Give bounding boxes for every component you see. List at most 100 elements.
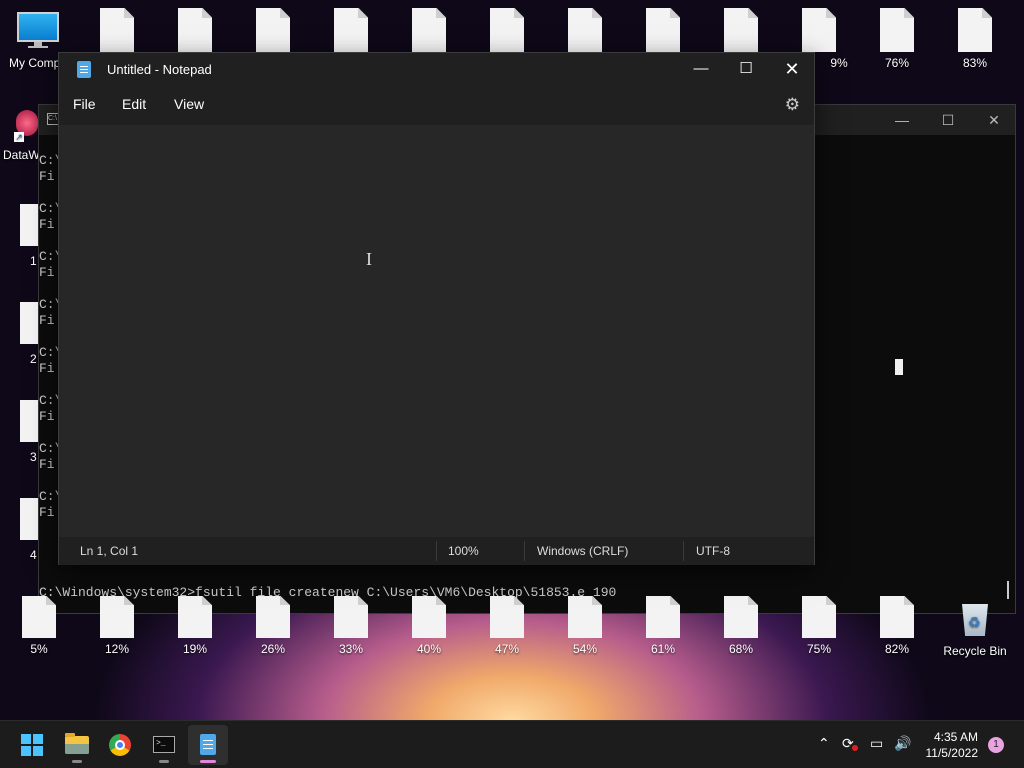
desktop-icon-label: 4: [30, 548, 37, 562]
desktop-icon-label: Recycle Bin: [943, 644, 1007, 658]
document-icon: [646, 8, 680, 52]
monitor-icon: [17, 12, 59, 48]
menu-bar: File Edit View ⚙: [59, 85, 814, 125]
document-icon: [802, 596, 836, 638]
desktop-shortcut-dataw[interactable]: ↗ DataW: [0, 108, 40, 162]
notepad-titlebar[interactable]: Untitled - Notepad — ☐ ✕: [59, 53, 814, 85]
desktop-file-icon[interactable]: 26%: [237, 596, 309, 656]
minimize-icon[interactable]: —: [879, 105, 925, 135]
close-icon[interactable]: ✕: [769, 53, 815, 85]
desktop-file-icon[interactable]: 82%: [861, 596, 933, 656]
document-icon: [802, 8, 836, 52]
volume-icon[interactable]: 🔊: [894, 735, 911, 752]
maximize-icon[interactable]: ☐: [723, 53, 769, 85]
desktop-file-icon[interactable]: 75%: [783, 596, 855, 656]
desktop-icon-label: 26%: [260, 642, 286, 656]
error-dot: [852, 745, 858, 751]
desktop-file-icon[interactable]: [549, 8, 621, 56]
desktop-icon-label: 83%: [962, 56, 988, 70]
notepad-icon: [200, 734, 216, 755]
desktop-file-icon[interactable]: 5%: [3, 596, 75, 656]
status-bar: Ln 1, Col 1 100% Windows (CRLF) UTF-8: [59, 537, 814, 565]
running-indicator: [200, 760, 216, 763]
desktop-file-icon[interactable]: 54%: [549, 596, 621, 656]
document-icon: [568, 596, 602, 638]
notepad-window[interactable]: Untitled - Notepad — ☐ ✕ File Edit View …: [58, 52, 815, 565]
desktop-file-icon[interactable]: [81, 8, 153, 56]
close-icon[interactable]: ✕: [971, 105, 1017, 135]
desktop-file-icon[interactable]: 3: [0, 400, 54, 464]
running-indicator: [159, 760, 169, 763]
desktop-icon-label: 75%: [806, 642, 832, 656]
desktop-file-icon[interactable]: [393, 8, 465, 56]
desktop-file-icon[interactable]: [705, 8, 777, 56]
notification-badge[interactable]: 1: [988, 737, 1004, 753]
status-divider: [683, 541, 684, 561]
taskbar-terminal[interactable]: >_: [144, 725, 184, 765]
document-icon: [490, 8, 524, 52]
document-icon: [412, 8, 446, 52]
desktop-file-icon[interactable]: [315, 8, 387, 56]
desktop-icon-recycle-bin[interactable]: ♻ Recycle Bin: [933, 596, 1017, 658]
desktop-icon-label: 68%: [728, 642, 754, 656]
desktop-file-icon[interactable]: 19%: [159, 596, 231, 656]
document-icon: [100, 596, 134, 638]
folder-icon: [65, 733, 89, 754]
desktop-icon-label: 61%: [650, 642, 676, 656]
menu-file[interactable]: File: [73, 96, 96, 112]
clock-time: 4:35 AM: [933, 730, 978, 744]
desktop-file-icon[interactable]: 2: [0, 302, 54, 366]
desktop-file-icon[interactable]: 68%: [705, 596, 777, 656]
document-icon: [334, 596, 368, 638]
desktop-file-icon[interactable]: [237, 8, 309, 56]
status-zoom: 100%: [448, 544, 479, 558]
desktop-file-icon[interactable]: 1: [0, 204, 54, 268]
text-editor[interactable]: I: [59, 125, 814, 533]
desktop-icon-label: 76%: [884, 56, 910, 70]
document-icon: [22, 596, 56, 638]
document-icon: [880, 8, 914, 52]
desktop-icon-label: DataW: [3, 148, 40, 162]
network-icon[interactable]: ▭: [870, 735, 883, 752]
menu-edit[interactable]: Edit: [122, 96, 146, 112]
desktop-file-icon[interactable]: 76%: [861, 8, 933, 70]
status-line-ending: Windows (CRLF): [537, 544, 629, 558]
document-icon: [724, 596, 758, 638]
desktop-file-icon[interactable]: [159, 8, 231, 56]
desktop-file-icon[interactable]: 33%: [315, 596, 387, 656]
sync-icon[interactable]: ⟳: [842, 735, 858, 752]
document-icon: [958, 8, 992, 52]
desktop-file-icon[interactable]: [471, 8, 543, 56]
desktop-file-icon[interactable]: [627, 8, 699, 56]
desktop-file-icon[interactable]: 4: [0, 498, 54, 562]
desktop-icon-label: 5%: [30, 642, 48, 656]
desktop-icon-label: 1: [30, 254, 37, 268]
running-indicator: [72, 760, 82, 763]
desktop-icon-label: 3: [30, 450, 37, 464]
gear-icon[interactable]: ⚙: [785, 95, 800, 115]
start-button[interactable]: [12, 725, 52, 765]
minimize-icon[interactable]: —: [678, 53, 724, 85]
terminal-icon: >_: [153, 736, 175, 753]
clock[interactable]: 4:35 AM 11/5/2022: [926, 729, 979, 761]
document-icon: [880, 596, 914, 638]
desktop-icon-label: 54%: [572, 642, 598, 656]
maximize-icon[interactable]: ☐: [925, 105, 971, 135]
taskbar-notepad[interactable]: [188, 725, 228, 765]
desktop-file-icon[interactable]: 83%: [939, 8, 1011, 70]
desktop-file-icon[interactable]: 40%: [393, 596, 465, 656]
chevron-up-icon[interactable]: ⌃: [818, 735, 830, 752]
document-icon: [568, 8, 602, 52]
status-divider: [524, 541, 525, 561]
desktop-file-icon[interactable]: 47%: [471, 596, 543, 656]
ibeam-cursor-icon: I: [366, 249, 372, 269]
document-icon: [178, 596, 212, 638]
menu-view[interactable]: View: [174, 96, 204, 112]
notepad-app-icon: [77, 61, 91, 78]
taskbar-chrome[interactable]: [100, 725, 140, 765]
desktop-file-icon[interactable]: 12%: [81, 596, 153, 656]
app-shortcut-icon: ↗: [12, 108, 40, 144]
status-divider: [436, 541, 437, 561]
taskbar-file-explorer[interactable]: [57, 725, 97, 765]
desktop-file-icon[interactable]: 61%: [627, 596, 699, 656]
